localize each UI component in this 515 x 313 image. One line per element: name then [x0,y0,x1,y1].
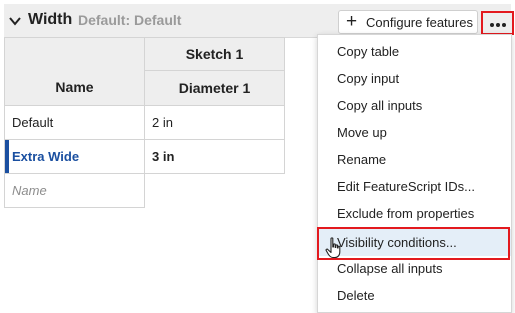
configuration-table: Name Sketch 1 Diameter 1 Default 2 in Ex… [4,37,285,208]
sketch-group-header: Sketch 1 [144,37,285,71]
menu-item-visibility-conditions[interactable]: Visibility conditions... [318,229,511,256]
default-config-label: Default: Default [78,12,182,28]
plus-icon: + [346,11,358,32]
table-row[interactable]: Default 2 in [4,105,285,140]
table-row[interactable]: Extra Wide 3 in [4,139,285,174]
options-dropdown-menu: Copy table Copy input Copy all inputs Mo… [317,34,512,313]
name-column-header: Name [4,37,145,106]
menu-item-collapse-all-inputs[interactable]: Collapse all inputs [318,255,511,282]
menu-item-delete[interactable]: Delete [318,282,511,309]
new-config-name-input[interactable]: Name [4,173,145,208]
menu-item-move-up[interactable]: Move up [318,119,511,146]
menu-item-rename[interactable]: Rename [318,146,511,173]
feature-title: Width [28,11,73,28]
config-value-cell[interactable]: 2 in [144,105,285,140]
config-name-cell[interactable]: Default [4,105,145,140]
chevron-down-icon[interactable] [8,14,22,28]
config-value-cell[interactable]: 3 in [144,139,285,174]
feature-header: Width Default: Default + Configure featu… [4,4,514,38]
menu-item-exclude-from-properties[interactable]: Exclude from properties [318,200,511,227]
config-name-cell-selected[interactable]: Extra Wide [4,139,145,174]
configure-features-label: Configure features [366,15,473,30]
menu-item-copy-all-inputs[interactable]: Copy all inputs [318,92,511,119]
new-row[interactable]: Name [4,173,285,208]
more-options-button[interactable] [481,11,514,35]
menu-item-edit-featurescript-ids[interactable]: Edit FeatureScript IDs... [318,173,511,200]
menu-item-copy-table[interactable]: Copy table [318,38,511,65]
configure-features-button[interactable]: + Configure features [338,10,478,34]
hand-cursor-icon [325,237,341,259]
diameter-column-header[interactable]: Diameter 1 [144,70,285,106]
menu-item-copy-input[interactable]: Copy input [318,65,511,92]
